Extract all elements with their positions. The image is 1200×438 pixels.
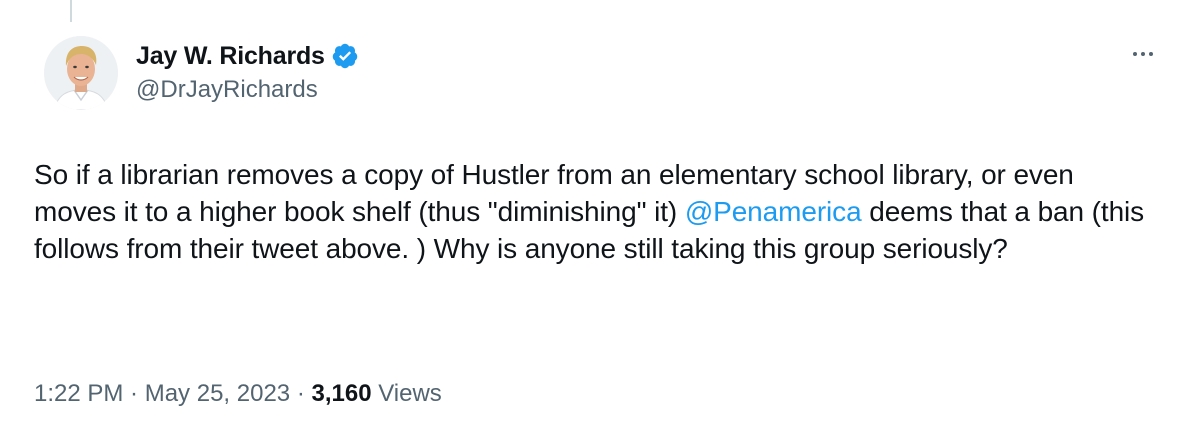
tweet-text: So if a librarian removes a copy of Hust… [34, 156, 1154, 267]
more-dot [1149, 52, 1153, 56]
avatar-image [44, 36, 118, 110]
author-header: Jay W. Richards @DrJayRichards [136, 40, 359, 104]
meta-separator: · [123, 380, 145, 407]
author-handle[interactable]: @DrJayRichards [136, 76, 359, 104]
views-count[interactable]: 3,160 [311, 380, 371, 408]
tweet-card: Jay W. Richards @DrJayRichards So if a l… [0, 0, 1200, 438]
mention-link[interactable]: @Penamerica [685, 196, 862, 227]
meta-separator: · [290, 380, 312, 407]
more-dot [1133, 52, 1137, 56]
avatar[interactable] [44, 36, 118, 110]
verified-badge-icon[interactable] [331, 42, 359, 70]
tweet-date[interactable]: May 25, 2023 [145, 380, 290, 408]
more-dot [1141, 52, 1145, 56]
tweet-meta: 1:22 PM · May 25, 2023 · 3,160 Views [34, 380, 442, 408]
name-row: Jay W. Richards [136, 40, 359, 72]
more-options-icon[interactable] [1126, 42, 1160, 66]
thread-connector-line [70, 0, 72, 22]
author-display-name[interactable]: Jay W. Richards [136, 42, 325, 71]
tweet-time[interactable]: 1:22 PM [34, 380, 123, 408]
views-label[interactable]: Views [372, 380, 442, 408]
